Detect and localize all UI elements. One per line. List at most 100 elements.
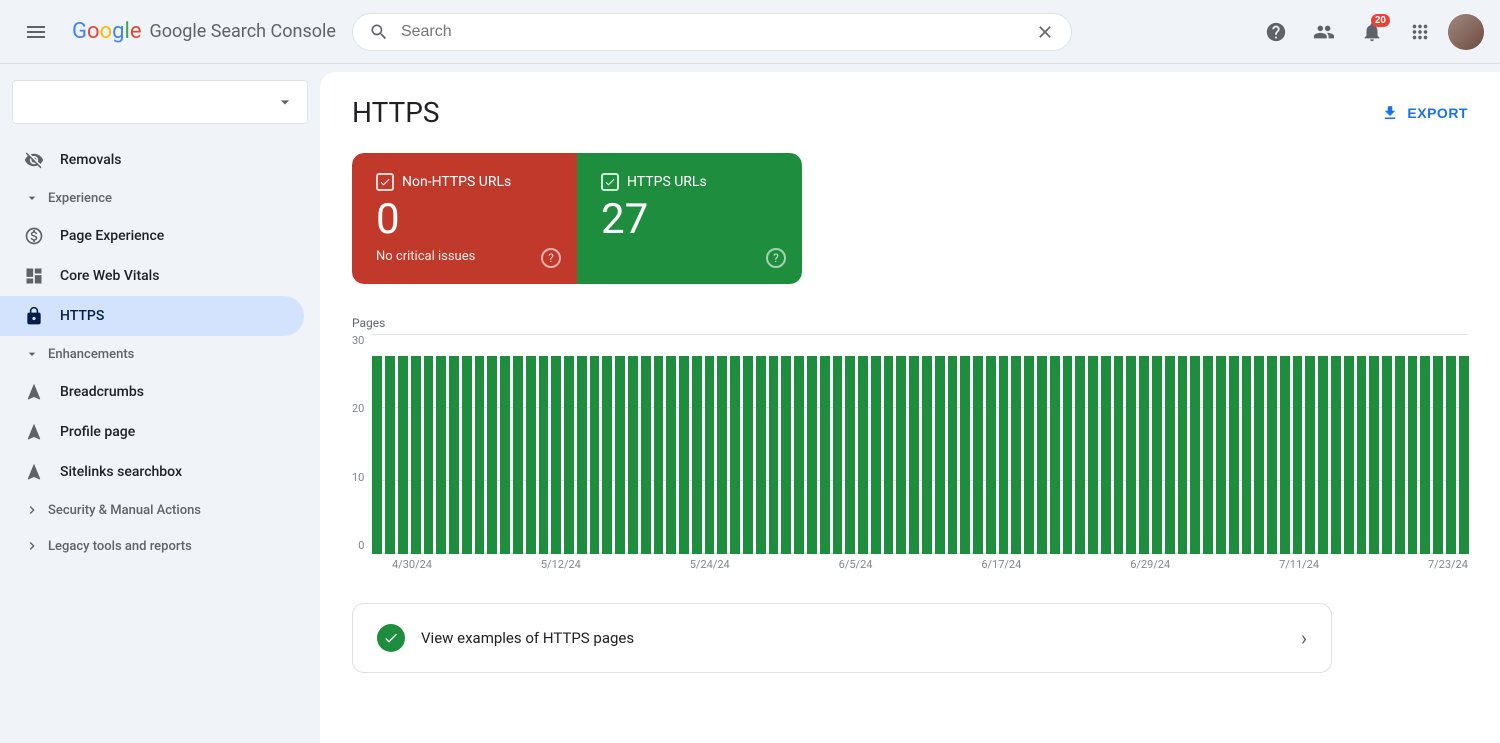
search-clear-button[interactable] [1035,22,1055,42]
sidebar-item-https[interactable]: HTTPS [0,296,304,336]
chart-bar [973,356,983,554]
sidebar-section-enhancements[interactable]: Enhancements [0,336,320,372]
star-circle-icon [24,226,44,246]
menu-button[interactable] [16,12,56,52]
non-https-description: No critical issues [376,249,553,264]
sidebar-section-security[interactable]: Security & Manual Actions [0,492,320,528]
chart-bar [1446,356,1456,554]
sidebar-item-core-web-vitals[interactable]: Core Web Vitals [0,256,304,296]
search-bar [352,13,1072,51]
chart-bar [692,356,702,554]
chart-bar [1126,356,1136,554]
property-selector[interactable] [12,80,308,124]
https-label: HTTPS URLs [627,174,707,190]
sidebar-item-profile-page[interactable]: Profile page [0,412,304,452]
app-logo[interactable]: Google Google Search Console [72,19,336,44]
content-area: HTTPS EXPORT Non-HTTPS URLs [320,72,1500,743]
section-legacy-label: Legacy tools and reports [48,539,192,554]
chart-x-axis: 4/30/24 5/12/24 5/24/24 6/5/24 6/17/24 6… [392,554,1468,571]
sidebar-item-page-experience[interactable]: Page Experience [0,216,304,256]
check-circle-icon [377,624,405,652]
apps-button[interactable] [1400,12,1440,52]
sitelinks-icon [24,462,44,482]
chart-bar [1280,356,1290,554]
chart-bar [1101,356,1111,554]
app-header: Google Google Search Console [0,0,1500,64]
chart-bar [1075,356,1085,554]
y-tick: 10 [352,471,364,484]
chart-bar [909,356,919,554]
chart-bars [372,334,1468,554]
non-https-label: Non-HTTPS URLs [402,174,511,190]
non-https-info-icon[interactable]: ? [541,248,561,268]
chart-body [372,334,1468,554]
chart-bar [1305,356,1315,554]
chart-bar [564,356,574,554]
search-input[interactable] [401,23,1023,41]
chart-area: 30 20 10 0 [352,334,1468,554]
lock-icon [24,306,44,326]
chart-bar [1369,356,1379,554]
chart-bar [871,356,881,554]
breadcrumbs-icon [24,382,44,402]
chart-bar [654,356,664,554]
chart-bar [1024,356,1034,554]
download-icon [1381,104,1399,122]
chart-bar [1139,356,1149,554]
chart-bar [1152,356,1162,554]
chevron-down-icon [24,346,40,362]
notifications-button[interactable]: 20 [1352,12,1392,52]
user-avatar[interactable] [1448,14,1484,50]
chart-bar [666,356,676,554]
page-title: HTTPS [352,96,440,129]
chart-bar [628,356,638,554]
x-tick: 7/11/24 [1279,558,1319,571]
chart-bar [1331,356,1341,554]
help-button[interactable] [1256,12,1296,52]
sidebar-item-label: HTTPS [60,308,104,324]
chart-bar [679,356,689,554]
sidebar-item-removals[interactable]: Removals [0,140,304,180]
x-tick: 6/5/24 [839,558,873,571]
sidebar-section-experience[interactable]: Experience [0,180,320,216]
export-label: EXPORT [1407,105,1468,121]
chart-bar [1063,356,1073,554]
sidebar-item-sitelinks-searchbox[interactable]: Sitelinks searchbox [0,452,304,492]
section-experience-label: Experience [48,191,112,206]
chart-bar [551,356,561,554]
sidebar-item-label: Sitelinks searchbox [60,464,182,480]
x-tick: 5/24/24 [690,558,730,571]
chart-bar [1178,356,1188,554]
search-console-manage-button[interactable] [1304,12,1344,52]
chart-bar [1088,356,1098,554]
chart-bar [705,356,715,554]
section-enhancements-label: Enhancements [48,347,134,362]
app-name: Google Search Console [149,21,335,42]
sidebar-item-label: Page Experience [60,228,164,244]
x-tick: 7/23/24 [1428,558,1468,571]
chart-bar [1011,356,1021,554]
sidebar-item-breadcrumbs[interactable]: Breadcrumbs [0,372,304,412]
chart-bar [769,356,779,554]
section-security-label: Security & Manual Actions [48,503,201,518]
chart-bar [922,356,932,554]
chart-bar [717,356,727,554]
checkbox-icon [601,173,619,191]
export-button[interactable]: EXPORT [1381,104,1468,122]
chart-bar [1203,356,1213,554]
notification-count: 20 [1371,14,1390,27]
chart-bar [999,356,1009,554]
chart-bar [896,356,906,554]
dashboard-icon [24,266,44,286]
chart-bar [884,356,894,554]
y-tick: 0 [358,539,364,552]
https-info-icon[interactable]: ? [766,248,786,268]
chart-bar [960,356,970,554]
sidebar-item-label: Breadcrumbs [60,384,144,400]
sidebar-section-legacy[interactable]: Legacy tools and reports [0,528,320,564]
chart-bar [845,356,855,554]
view-examples-link[interactable]: View examples of HTTPS pages › [352,603,1332,673]
x-tick: 6/17/24 [981,558,1021,571]
chart-bar [781,356,791,554]
chart-bar [398,356,408,554]
